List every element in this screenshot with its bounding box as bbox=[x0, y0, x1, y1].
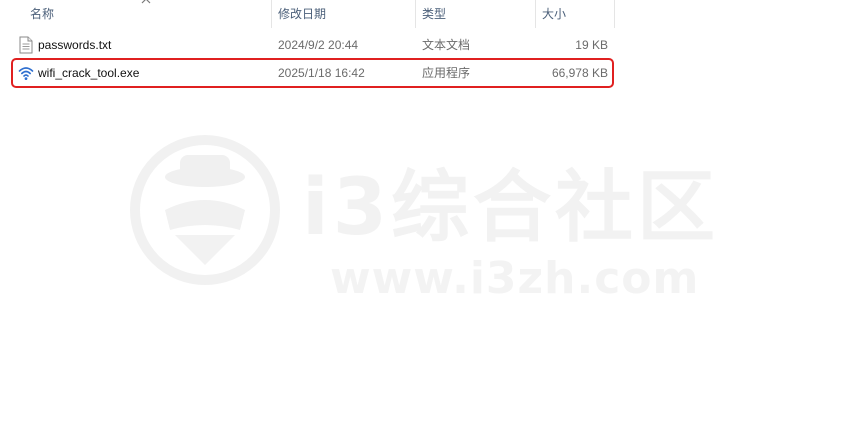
file-name: passwords.txt bbox=[38, 38, 112, 52]
file-size: 19 KB bbox=[575, 38, 608, 52]
file-modified-date: 2025/1/18 16:42 bbox=[278, 66, 365, 80]
file-size: 66,978 KB bbox=[551, 66, 608, 80]
column-modified-header[interactable]: 修改日期 bbox=[278, 0, 326, 28]
sort-ascending-icon bbox=[141, 0, 151, 4]
column-type-header[interactable]: 类型 bbox=[422, 0, 446, 28]
text-file-icon bbox=[19, 36, 33, 54]
watermark-logo bbox=[130, 135, 280, 285]
watermark: i3综合社区 www.i3zh.com bbox=[130, 135, 730, 315]
column-divider[interactable] bbox=[614, 0, 615, 28]
file-type: 应用程序 bbox=[422, 66, 471, 80]
watermark-title: i3综合社区 bbox=[302, 163, 720, 253]
watermark-url: www.i3zh.com bbox=[330, 253, 700, 304]
file-name: wifi_crack_tool.exe bbox=[38, 66, 140, 80]
column-divider[interactable] bbox=[535, 0, 536, 28]
column-divider[interactable] bbox=[415, 0, 416, 28]
column-name-header[interactable]: 名称 bbox=[30, 0, 54, 28]
file-row-wifi-crack-tool[interactable]: wifi_crack_tool.exe 2025/1/18 16:42 应用程序… bbox=[12, 60, 614, 86]
wifi-icon bbox=[18, 67, 34, 80]
column-size-header[interactable]: 大小 bbox=[542, 0, 566, 28]
file-row-passwords[interactable]: passwords.txt 2024/9/2 20:44 文本文档 19 KB bbox=[12, 32, 614, 58]
column-header: 名称 修改日期 类型 大小 bbox=[0, 0, 866, 28]
column-divider[interactable] bbox=[271, 0, 272, 28]
file-explorer: i3综合社区 www.i3zh.com 名称 修改日期 类型 大小 passwo… bbox=[0, 0, 866, 446]
file-type: 文本文档 bbox=[422, 38, 471, 52]
file-modified-date: 2024/9/2 20:44 bbox=[278, 38, 359, 52]
